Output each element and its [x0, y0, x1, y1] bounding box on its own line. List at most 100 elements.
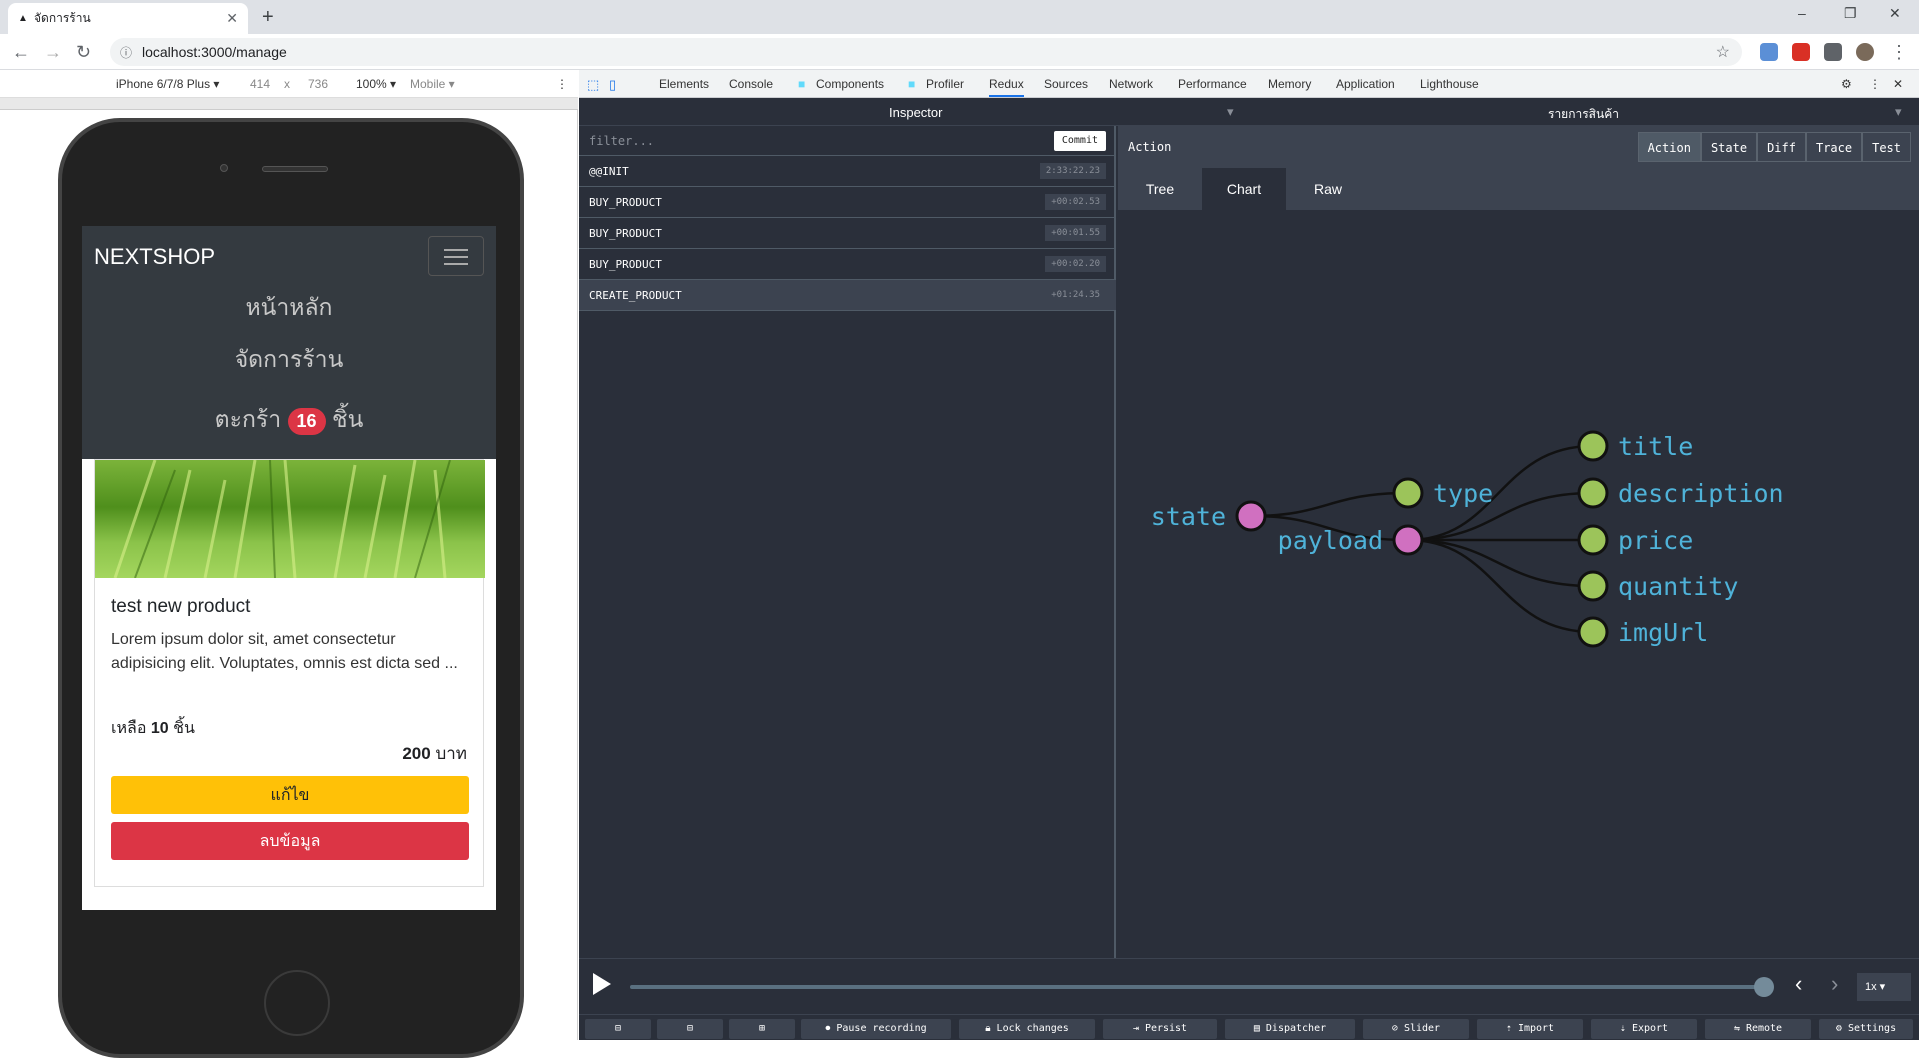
- filter-input[interactable]: filter... Commit: [579, 126, 1116, 156]
- maximize-button[interactable]: ❐: [1844, 5, 1857, 22]
- delete-button[interactable]: ลบข้อมูล: [111, 822, 469, 860]
- action-item-selected[interactable]: CREATE_PRODUCT +01:24.35: [579, 280, 1116, 311]
- settings-button[interactable]: ⚙ Settings: [1819, 1019, 1913, 1039]
- tab-lighthouse[interactable]: Lighthouse: [1420, 77, 1479, 91]
- avatar[interactable]: [1856, 43, 1874, 61]
- tab-state[interactable]: State: [1700, 132, 1758, 162]
- settings-gear-icon[interactable]: ⚙: [1841, 77, 1852, 91]
- redux-devtools: Inspector ▾ รายการสินค้า ▾ filter... Com…: [579, 98, 1919, 1040]
- monitor-select[interactable]: Inspector: [889, 105, 942, 120]
- reload-icon[interactable]: ↻: [76, 42, 91, 63]
- chevron-down-icon[interactable]: ▾: [1227, 104, 1234, 120]
- device-width-input[interactable]: 414: [250, 77, 270, 91]
- brand-logo[interactable]: NEXTSHOP: [94, 244, 215, 270]
- layout-bottom-icon[interactable]: ⊞: [729, 1019, 795, 1039]
- tab-test[interactable]: Test: [1862, 132, 1911, 162]
- action-item[interactable]: @@INIT 2:33:22.23: [579, 156, 1116, 187]
- tree-node-quantity[interactable]: [1577, 570, 1609, 602]
- close-devtools-icon[interactable]: ✕: [1893, 77, 1903, 91]
- close-window-button[interactable]: ✕: [1889, 5, 1901, 22]
- tree-node-imgurl[interactable]: [1577, 616, 1609, 648]
- layout-left-icon[interactable]: ⊟: [585, 1019, 651, 1039]
- more-options-icon[interactable]: ⋮: [556, 77, 568, 91]
- device-toggle-icon[interactable]: ▯: [609, 77, 616, 93]
- tree-node-state[interactable]: [1235, 500, 1267, 532]
- extension-icon[interactable]: [1760, 43, 1778, 61]
- dispatcher-button[interactable]: ▤ Dispatcher: [1225, 1019, 1355, 1039]
- tab-memory[interactable]: Memory: [1268, 77, 1311, 91]
- tab-redux[interactable]: Redux: [989, 77, 1024, 97]
- slider-button[interactable]: ⊘ Slider: [1363, 1019, 1469, 1039]
- slider-handle[interactable]: [1754, 977, 1774, 997]
- url-bar[interactable]: ⓘ localhost:3000/manage ☆: [110, 38, 1742, 66]
- tree-node-type[interactable]: [1392, 477, 1424, 509]
- tab-chart[interactable]: Chart: [1202, 168, 1286, 210]
- puzzle-icon[interactable]: [1824, 43, 1842, 61]
- previous-icon[interactable]: ‹: [1795, 971, 1802, 997]
- layout-right-icon[interactable]: ⊟: [657, 1019, 723, 1039]
- hamburger-menu-icon[interactable]: [428, 236, 484, 276]
- play-icon[interactable]: [593, 973, 611, 995]
- camera: [220, 164, 228, 172]
- inspect-element-icon[interactable]: ⬚: [587, 77, 599, 93]
- action-item[interactable]: BUY_PRODUCT +00:01.55: [579, 218, 1116, 249]
- tab-components[interactable]: Components: [816, 77, 884, 91]
- device-toolbar: iPhone 6/7/8 Plus ▾ 414 x 736 100% ▾ Mob…: [0, 70, 578, 98]
- tree-node-payload[interactable]: [1392, 524, 1424, 556]
- tab-network[interactable]: Network: [1109, 77, 1153, 91]
- tab-elements[interactable]: Elements: [659, 77, 709, 91]
- product-description: Lorem ipsum dolor sit, amet consectetur …: [111, 631, 458, 672]
- tab-raw[interactable]: Raw: [1286, 168, 1370, 210]
- tab-application[interactable]: Application: [1336, 77, 1395, 91]
- extension-icon[interactable]: [1792, 43, 1810, 61]
- chevron-down-icon[interactable]: ▾: [1895, 104, 1902, 120]
- tree-node-price[interactable]: [1577, 524, 1609, 556]
- tree-node-title[interactable]: [1577, 430, 1609, 462]
- zoom-select[interactable]: 100% ▾: [356, 77, 396, 91]
- forward-arrow-icon[interactable]: →: [44, 42, 62, 63]
- nav-cart-link[interactable]: ตะกร้า 16 ชิ้น: [82, 402, 496, 438]
- close-tab-icon[interactable]: ✕: [226, 10, 238, 27]
- remote-button[interactable]: ⇋ Remote: [1705, 1019, 1811, 1039]
- speed-select[interactable]: 1x ▾: [1857, 973, 1911, 1001]
- pause-recording-button[interactable]: ⏺ Pause recording: [801, 1019, 951, 1039]
- bookmark-star-icon[interactable]: ☆: [1716, 42, 1730, 62]
- slider-track[interactable]: [630, 985, 1760, 989]
- tab-console[interactable]: Console: [729, 77, 773, 91]
- tab-title: จัดการร้าน: [34, 11, 91, 25]
- site-info-icon[interactable]: ⓘ: [120, 44, 142, 61]
- tab-diff[interactable]: Diff: [1757, 132, 1806, 162]
- tree-node-description[interactable]: [1577, 477, 1609, 509]
- new-tab-button[interactable]: +: [262, 6, 274, 29]
- persist-button[interactable]: ⇥ Persist: [1103, 1019, 1217, 1039]
- tab-profiler[interactable]: Profiler: [926, 77, 964, 91]
- state-tree-chart[interactable]: state type payload title description pri…: [1118, 210, 1919, 958]
- lock-changes-button[interactable]: 🔒︎ Lock changes: [959, 1019, 1095, 1039]
- tab-performance[interactable]: Performance: [1178, 77, 1247, 91]
- browser-tab[interactable]: ▲ จัดการร้าน ✕: [8, 3, 248, 34]
- import-button[interactable]: ⇡ Import: [1477, 1019, 1583, 1039]
- commit-button[interactable]: Commit: [1053, 131, 1106, 151]
- kebab-menu-icon[interactable]: ⋮: [1890, 42, 1908, 63]
- react-icon: ■: [908, 77, 916, 91]
- edit-button[interactable]: แก้ไข: [111, 776, 469, 814]
- device-height-input[interactable]: 736: [308, 77, 328, 91]
- instance-select[interactable]: รายการสินค้า: [1548, 105, 1619, 124]
- action-item[interactable]: BUY_PRODUCT +00:02.20: [579, 249, 1116, 280]
- back-arrow-icon[interactable]: ←: [12, 42, 30, 63]
- action-item[interactable]: BUY_PRODUCT +00:02.53: [579, 187, 1116, 218]
- more-options-icon[interactable]: ⋮: [1869, 77, 1881, 91]
- next-icon[interactable]: ›: [1831, 971, 1838, 997]
- minimize-button[interactable]: –: [1798, 5, 1806, 21]
- devtools-tab-strip: ⬚ ▯ Elements Console ■ Components ■ Prof…: [579, 70, 1919, 98]
- nav-manage-link[interactable]: จัดการร้าน: [82, 342, 496, 378]
- tab-trace[interactable]: Trace: [1805, 132, 1863, 162]
- tab-tree[interactable]: Tree: [1118, 168, 1202, 210]
- device-select[interactable]: iPhone 6/7/8 Plus ▾: [116, 77, 219, 91]
- tab-sources[interactable]: Sources: [1044, 77, 1088, 91]
- devtools-panel: ⬚ ▯ Elements Console ■ Components ■ Prof…: [579, 70, 1919, 1040]
- export-button[interactable]: ⇣ Export: [1591, 1019, 1697, 1039]
- mode-select[interactable]: Mobile ▾: [410, 77, 455, 91]
- tab-action[interactable]: Action: [1637, 132, 1701, 162]
- nav-home-link[interactable]: หน้าหลัก: [82, 290, 496, 326]
